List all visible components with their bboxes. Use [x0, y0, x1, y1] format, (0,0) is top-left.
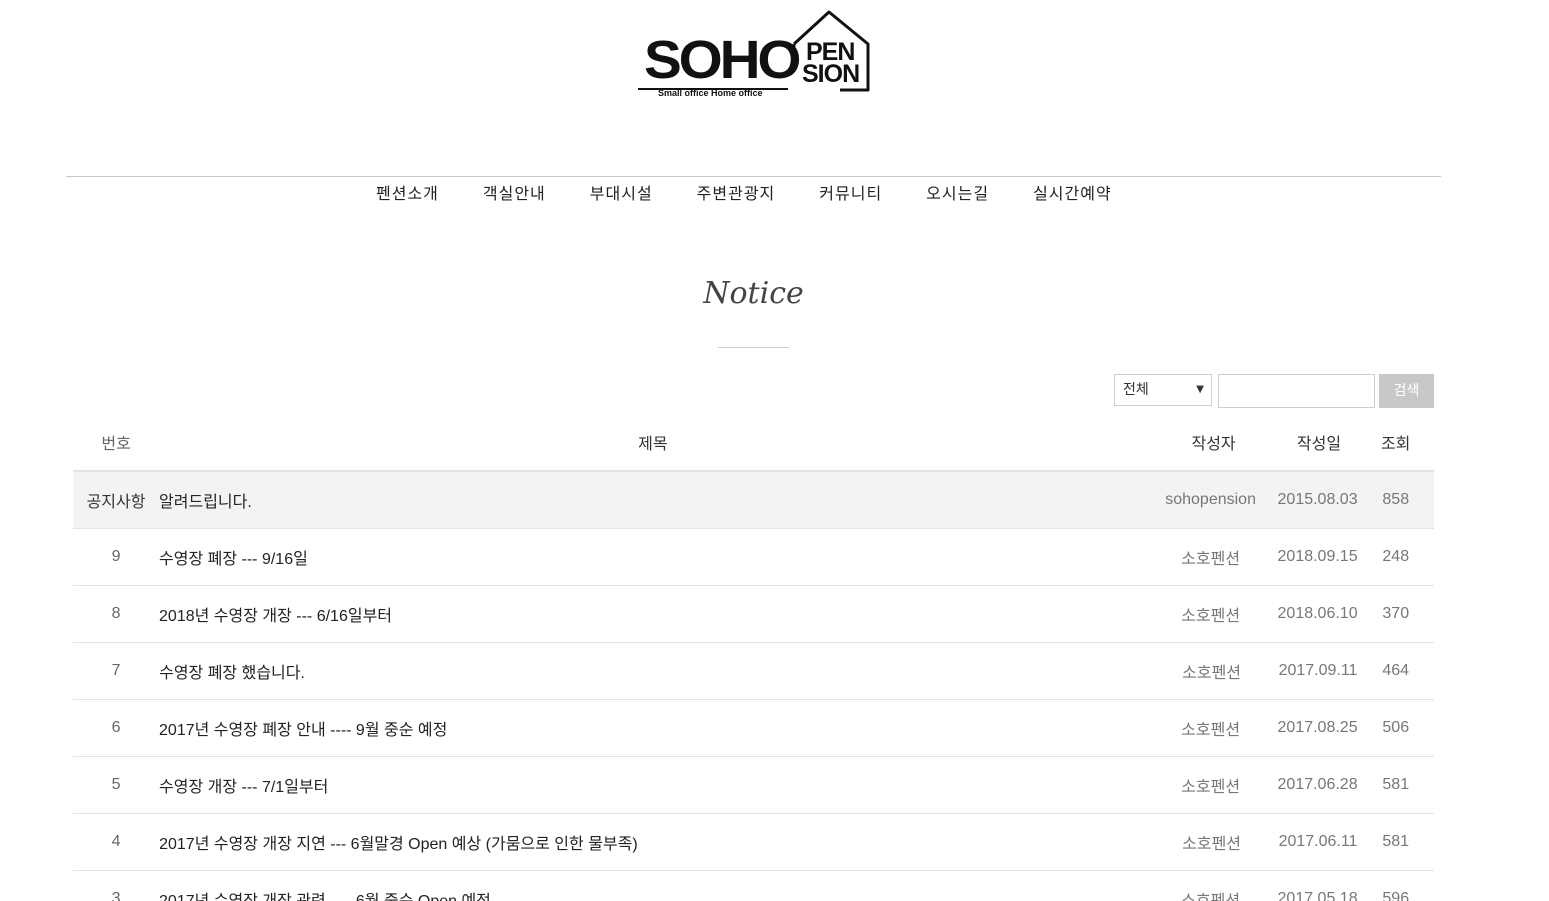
page-title: Notice	[703, 276, 804, 311]
chevron-down-icon: ▼	[1196, 384, 1204, 395]
header-date: 작성일	[1296, 434, 1342, 453]
row-author: 소호펜션	[1182, 836, 1242, 853]
row-num: 9	[111, 548, 121, 565]
table-row-notice[interactable]: 공지사항 알려드립니다. sohopension 2015.08.03 858	[73, 472, 1434, 529]
header-title: 제목	[638, 434, 668, 453]
nav-item-reservation[interactable]: 실시간예약	[1011, 177, 1134, 207]
row-author: 소호펜션	[1181, 779, 1241, 796]
row-views: 581	[1382, 776, 1410, 793]
row-date: 2017.05.18	[1277, 890, 1358, 901]
row-num: 공지사항	[86, 494, 146, 511]
row-title-link[interactable]: 2017년 수영장 개장 관련 ---- 6월 중순 Open 예정	[159, 887, 1144, 901]
table-row[interactable]: 4 2017년 수영장 개장 지연 --- 6월말경 Open 예상 (가뭄으로…	[73, 814, 1434, 871]
row-author: 소호펜션	[1181, 551, 1241, 568]
row-author: 소호펜션	[1182, 665, 1242, 682]
row-date: 2018.06.10	[1277, 605, 1358, 622]
table-row[interactable]: 7 수영장 폐장 했습니다. 소호펜션 2017.09.11 464	[73, 643, 1434, 700]
row-title-link[interactable]: 2018년 수영장 개장 --- 6/16일부터	[159, 602, 1144, 626]
row-views: 506	[1382, 719, 1410, 736]
row-author: 소호펜션	[1181, 722, 1241, 739]
nav-item-attractions[interactable]: 주변관광지	[675, 177, 798, 207]
nav-item-rooms[interactable]: 객실안내	[461, 177, 568, 207]
row-date: 2017.06.11	[1278, 833, 1358, 850]
nav-item-pension-intro[interactable]: 펜션소개	[354, 177, 461, 207]
table-row[interactable]: 3 2017년 수영장 개장 관련 ---- 6월 중순 Open 예정 소호펜…	[73, 871, 1434, 901]
table-row[interactable]: 8 2018년 수영장 개장 --- 6/16일부터 소호펜션 2018.06.…	[73, 586, 1434, 643]
row-views: 581	[1382, 833, 1410, 850]
notice-table: 번호 제목 작성자 작성일 조회 공지사항 알려드립니다. sohopensio…	[73, 414, 1434, 901]
header-num: 번호	[101, 434, 131, 453]
search-category-select[interactable]: 전체 ▼	[1114, 374, 1212, 406]
row-views: 464	[1382, 662, 1410, 679]
nav-item-directions[interactable]: 오시는길	[904, 177, 1011, 207]
table-header: 번호 제목 작성자 작성일 조회	[73, 414, 1434, 472]
main-nav: 펜션소개 객실안내 부대시설 주변관광지 커뮤니티 오시는길 실시간예약	[354, 177, 1134, 207]
search-button[interactable]: 검색	[1379, 374, 1434, 408]
row-date: 2017.08.25	[1277, 719, 1358, 736]
row-num: 3	[111, 890, 121, 901]
row-title-link[interactable]: 수영장 폐장 --- 9/16일	[159, 545, 1144, 569]
nav-item-community[interactable]: 커뮤니티	[797, 177, 904, 207]
row-author: 소호펜션	[1144, 887, 1278, 901]
row-date: 2017.09.11	[1278, 662, 1358, 679]
row-title-link[interactable]: 알려드립니다.	[159, 488, 1144, 512]
row-views: 858	[1382, 491, 1410, 508]
logo-text: SOHO	[644, 30, 802, 90]
search-input[interactable]	[1218, 374, 1375, 408]
row-views: 370	[1382, 605, 1410, 622]
header-views: 조회	[1380, 434, 1411, 453]
row-title-link[interactable]: 2017년 수영장 폐장 안내 ---- 9월 중순 예정	[159, 716, 1144, 740]
row-views: 248	[1382, 548, 1410, 565]
header-author: 작성자	[1191, 434, 1236, 453]
nav-item-facilities[interactable]: 부대시설	[568, 177, 675, 207]
row-date: 2015.08.03	[1277, 491, 1358, 508]
row-title-link[interactable]: 수영장 폐장 했습니다.	[159, 659, 1145, 683]
logo-sion-text: SION	[802, 60, 860, 88]
site-logo[interactable]: SOHO PEN SION Small office Home office	[636, 10, 872, 102]
table-row[interactable]: 5 수영장 개장 --- 7/1일부터 소호펜션 2017.06.28 581	[73, 757, 1434, 814]
row-num: 4	[111, 833, 121, 850]
row-title-link[interactable]: 2017년 수영장 개장 지연 --- 6월말경 Open 예상 (가뭄으로 인…	[159, 830, 1145, 854]
row-author: sohopension	[1165, 491, 1256, 508]
page: SOHO PEN SION Small office Home office 펜…	[0, 0, 1549, 901]
row-date: 2018.09.15	[1277, 548, 1358, 565]
table-row[interactable]: 9 수영장 폐장 --- 9/16일 소호펜션 2018.09.15 248	[73, 529, 1434, 586]
row-author: 소호펜션	[1181, 608, 1241, 625]
row-num: 7	[111, 662, 121, 679]
row-title-link[interactable]: 수영장 개장 --- 7/1일부터	[159, 773, 1144, 797]
row-num: 5	[111, 776, 121, 793]
row-date: 2017.06.28	[1277, 776, 1358, 793]
row-num: 6	[111, 719, 121, 736]
row-views: 596	[1382, 890, 1410, 901]
table-row[interactable]: 6 2017년 수영장 폐장 안내 ---- 9월 중순 예정 소호펜션 201…	[73, 700, 1434, 757]
row-num: 8	[111, 605, 121, 622]
search-category-value: 전체	[1123, 382, 1149, 398]
logo-tagline: Small office Home office	[658, 88, 763, 98]
title-divider	[718, 347, 789, 348]
